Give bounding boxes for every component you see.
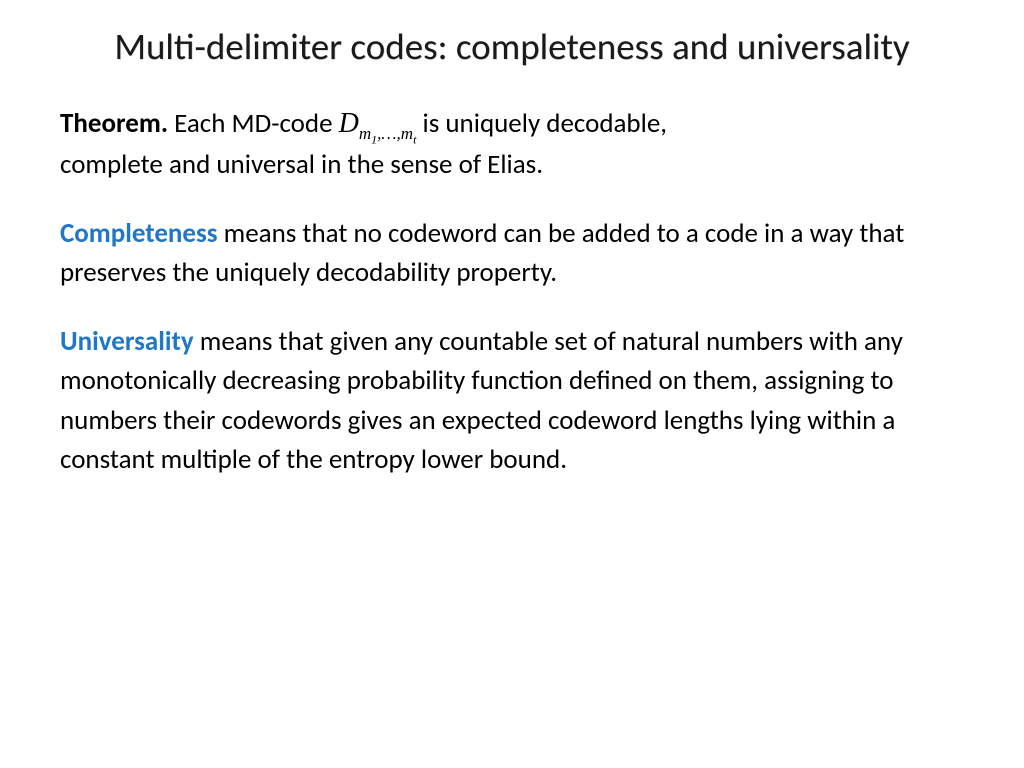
sub-m2: m [401, 124, 413, 143]
theorem-label: Theorem. [60, 107, 168, 140]
completeness-paragraph: Completeness means that no codeword can … [60, 214, 964, 292]
sub-sep: ,…, [377, 124, 401, 143]
math-D: D [339, 108, 359, 139]
universality-keyword: Universality [60, 325, 194, 358]
math-expression: Dm1,…,mt [339, 108, 417, 138]
slide: Multi-delimiter codes: completeness and … [0, 0, 1024, 768]
completeness-keyword: Completeness [60, 217, 218, 250]
sub-m1: m [359, 124, 371, 143]
theorem-text-pre: Each MD-code [168, 107, 339, 140]
theorem-paragraph: Theorem. Each MD-code Dm1,…,mt is unique… [60, 104, 964, 184]
math-subscript: m1,…,mt [359, 124, 417, 143]
slide-title: Multi-delimiter codes: completeness and … [60, 24, 964, 70]
theorem-text-post2: complete and universal in the sense of E… [60, 148, 543, 181]
universality-paragraph: Universality means that given any counta… [60, 322, 964, 479]
theorem-text-post1: is uniquely decodable, [416, 107, 667, 140]
